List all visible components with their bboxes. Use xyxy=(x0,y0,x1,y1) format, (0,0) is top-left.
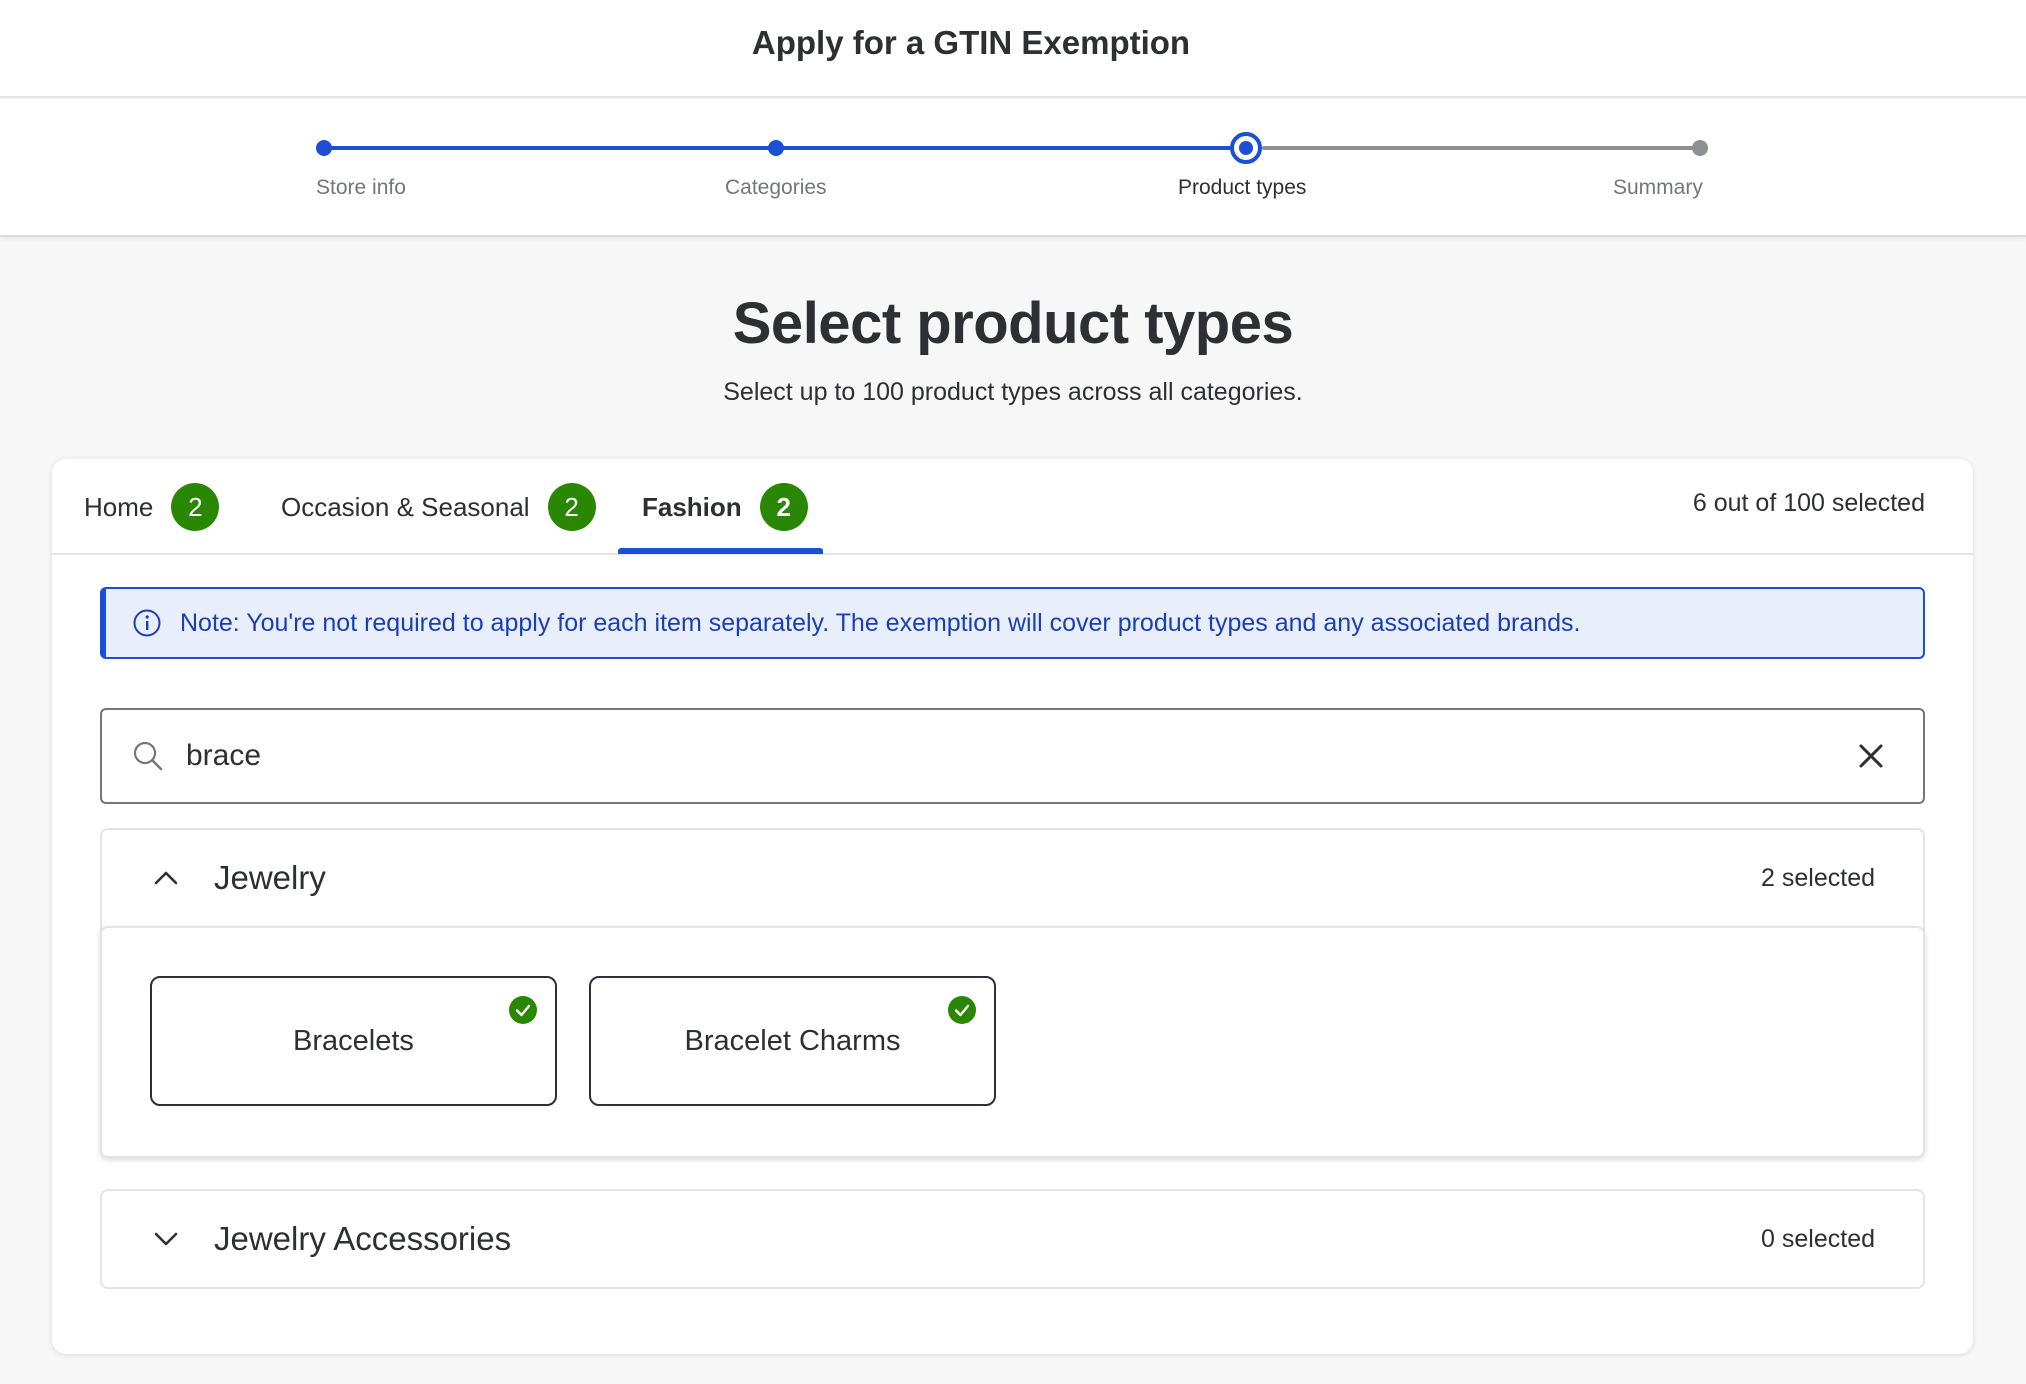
chevron-down-icon xyxy=(154,1232,178,1246)
page-title: Select product types xyxy=(732,291,1294,356)
tab-count-badge: 2 xyxy=(759,483,808,531)
accordion-selected-count: 0 selected xyxy=(1761,1224,1875,1253)
tab-label: Fashion xyxy=(642,491,742,522)
product-type-tile-bracelet-charms[interactable]: Bracelet Charms xyxy=(589,976,996,1106)
page-header: Apply for a GTIN Exemption xyxy=(0,0,2026,98)
step-dot-product-types xyxy=(1230,132,1262,164)
accordion-header-jewelry-accessories[interactable]: Jewelry Accessories 0 selected xyxy=(102,1191,1923,1287)
clear-search-icon[interactable] xyxy=(1857,742,1885,770)
step-label-categories[interactable]: Categories xyxy=(725,176,827,200)
check-circle-icon xyxy=(509,996,537,1024)
chevron-up-icon xyxy=(154,871,178,885)
note-text: Note: You're not required to apply for e… xyxy=(180,608,1581,637)
progress-stepper xyxy=(0,99,2026,237)
stepper-line-2 xyxy=(776,146,1246,150)
accordion-header-jewelry[interactable]: Jewelry 2 selected xyxy=(102,830,1923,926)
tab-home[interactable]: Home 2 xyxy=(84,459,220,555)
step-dot-store-info[interactable] xyxy=(316,140,332,156)
product-types-card: Home 2 Occasion & Seasonal 2 Fashion 2 6… xyxy=(52,459,1973,1354)
step-dot-summary xyxy=(1692,140,1708,156)
step-label-summary: Summary xyxy=(1613,176,1703,199)
tab-fashion[interactable]: Fashion 2 xyxy=(642,459,808,555)
info-icon xyxy=(133,609,161,637)
info-note: Note: You're not required to apply for e… xyxy=(100,587,1925,659)
category-tabs: Home 2 Occasion & Seasonal 2 Fashion 2 6… xyxy=(52,459,1973,555)
active-tab-indicator xyxy=(618,548,823,554)
tile-label: Bracelets xyxy=(293,1024,414,1057)
step-label-store-info[interactable]: Store info xyxy=(316,176,406,200)
accordion-body-jewelry: Bracelets Bracelet Charms xyxy=(100,926,1925,1158)
check-circle-icon xyxy=(948,996,976,1024)
accordion-title: Jewelry xyxy=(214,859,326,896)
step-label-product-types: Product types xyxy=(1178,176,1307,199)
page-subtitle: Select up to 100 product types across al… xyxy=(723,378,1303,406)
accordion-jewelry: Jewelry 2 selected Bracelets Bracelet Ch… xyxy=(100,828,1925,1158)
total-selected-count: 6 out of 100 selected xyxy=(1692,489,1925,517)
accordion-title: Jewelry Accessories xyxy=(214,1220,512,1257)
product-type-tile-bracelets[interactable]: Bracelets xyxy=(150,976,557,1106)
tile-label: Bracelet Charms xyxy=(684,1024,901,1057)
stepper-line-1 xyxy=(324,146,776,150)
tab-count-badge: 2 xyxy=(171,483,220,531)
stepper-line-3 xyxy=(1262,146,1700,150)
tab-occasion-seasonal[interactable]: Occasion & Seasonal 2 xyxy=(281,459,596,555)
tab-count-badge: 2 xyxy=(547,483,596,531)
tab-label: Occasion & Seasonal xyxy=(281,491,530,522)
search-box xyxy=(100,708,1925,804)
step-dot-categories[interactable] xyxy=(768,140,784,156)
accordion-jewelry-accessories: Jewelry Accessories 0 selected xyxy=(100,1189,1925,1289)
search-icon xyxy=(133,741,163,771)
accordion-selected-count: 2 selected xyxy=(1761,863,1875,892)
search-input[interactable] xyxy=(186,739,1857,773)
header-title: Apply for a GTIN Exemption xyxy=(751,24,1191,61)
tab-label: Home xyxy=(84,491,154,522)
